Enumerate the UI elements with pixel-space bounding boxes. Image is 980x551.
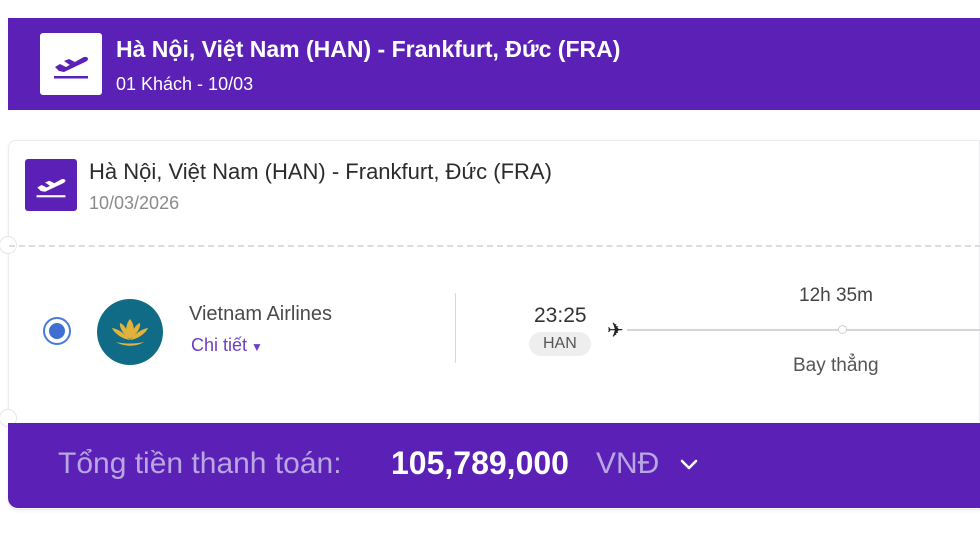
search-passengers-date: 01 Khách - 10/03 bbox=[116, 74, 254, 94]
search-summary-banner: Hà Nội, Việt Nam (HAN) - Frankfurt, Đức … bbox=[8, 18, 980, 110]
route-midpoint bbox=[838, 325, 847, 334]
total-payment-bar[interactable]: Tổng tiền thanh toán: 105,789,000 VNĐ bbox=[8, 423, 980, 508]
flight-details-link[interactable]: Chi tiết ▼ bbox=[191, 335, 263, 356]
total-amount: 105,789,000 bbox=[391, 445, 569, 481]
total-label: Tổng tiền thanh toán: bbox=[58, 447, 342, 480]
flight-date: 10/03/2026 bbox=[89, 193, 180, 213]
dashed-divider bbox=[9, 245, 980, 247]
departure-airport-badge: HAN bbox=[529, 332, 591, 356]
radio-selected-dot bbox=[49, 323, 65, 339]
route-line bbox=[627, 329, 980, 331]
search-route-title: Hà Nội, Việt Nam (HAN) - Frankfurt, Đức … bbox=[116, 36, 621, 62]
vietnam-airlines-logo bbox=[97, 299, 163, 365]
flight-option-radio[interactable] bbox=[43, 317, 71, 345]
flight-details-label: Chi tiết bbox=[191, 335, 248, 355]
plane-takeoff-icon bbox=[25, 159, 77, 211]
flight-route-title: Hà Nội, Việt Nam (HAN) - Frankfurt, Đức … bbox=[89, 159, 552, 184]
airline-name: Vietnam Airlines bbox=[189, 303, 333, 325]
flight-duration: 12h 35m bbox=[799, 285, 873, 306]
departure-time: 23:25 bbox=[534, 304, 587, 327]
flight-stops: Bay thẳng bbox=[793, 355, 879, 376]
caret-down-icon: ▼ bbox=[251, 340, 263, 354]
column-divider bbox=[455, 293, 456, 363]
plane-takeoff-icon bbox=[40, 33, 102, 95]
chevron-down-icon[interactable] bbox=[678, 453, 700, 475]
plane-icon: ✈ bbox=[607, 320, 624, 342]
total-currency: VNĐ bbox=[596, 447, 660, 480]
